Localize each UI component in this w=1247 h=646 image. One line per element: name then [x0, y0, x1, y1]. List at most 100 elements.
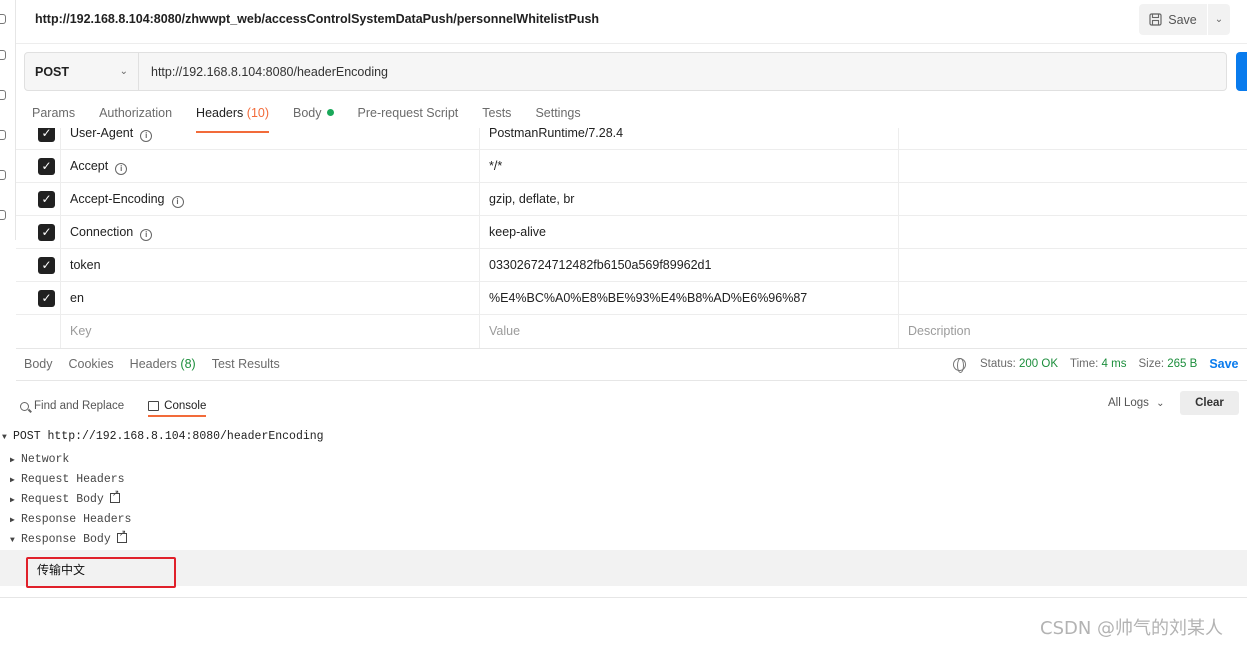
- headers-table: ✓ User-Agent i PostmanRuntime/7.28.4 ✓ Ac…: [16, 128, 1247, 348]
- log-filter-dropdown[interactable]: All Logs ⌄: [1108, 397, 1165, 409]
- header-description[interactable]: [899, 128, 1247, 150]
- header-description[interactable]: [899, 216, 1247, 249]
- tab-response-body[interactable]: Body: [24, 357, 53, 371]
- tab-count: (10): [246, 106, 270, 120]
- sidebar-icon[interactable]: [0, 50, 6, 60]
- url-input[interactable]: [139, 53, 1226, 90]
- header-value[interactable]: gzip, deflate, br: [489, 192, 574, 206]
- sidebar-icon[interactable]: [0, 210, 6, 220]
- header-key[interactable]: User-Agent: [70, 128, 133, 140]
- header-key[interactable]: token: [70, 258, 101, 272]
- checkbox[interactable]: ✓: [38, 290, 55, 307]
- chevron-down-icon: ⌄: [1214, 14, 1224, 25]
- header-value[interactable]: PostmanRuntime/7.28.4: [489, 128, 623, 140]
- tab-response-headers[interactable]: Headers (8): [130, 357, 196, 371]
- caret-right-icon: ▶: [10, 476, 15, 485]
- info-icon[interactable]: i: [140, 130, 153, 142]
- save-response-button[interactable]: Save: [1209, 357, 1238, 371]
- tab-console[interactable]: Console: [148, 395, 207, 417]
- description-placeholder[interactable]: Description: [899, 315, 1247, 348]
- sidebar-icon[interactable]: [0, 14, 6, 24]
- section-label: Response Body: [21, 533, 111, 546]
- tab-label: Body: [24, 357, 53, 371]
- response-stats: Status: 200 OK Time: 4 ms Size: 265 B Sa…: [953, 357, 1239, 373]
- tab-find-and-replace[interactable]: Find and Replace: [20, 395, 124, 417]
- checkbox[interactable]: ✓: [38, 257, 55, 274]
- header-key[interactable]: en: [70, 291, 84, 305]
- tab-label: Find and Replace: [34, 400, 125, 412]
- caret-down-icon: ▼: [10, 536, 15, 545]
- tab-label: Tests: [482, 106, 512, 120]
- info-icon[interactable]: i: [115, 163, 128, 175]
- tab-label: Headers: [196, 106, 244, 120]
- value-placeholder[interactable]: Value: [480, 315, 899, 348]
- header-value[interactable]: */*: [489, 159, 502, 173]
- url-bar: POST ⌄: [24, 52, 1227, 91]
- header-key[interactable]: Accept: [70, 159, 108, 173]
- save-dropdown-button[interactable]: ⌄: [1208, 4, 1230, 35]
- section-label: Request Headers: [21, 473, 125, 486]
- header-value[interactable]: 033026724712482fb6150a569f89962d1: [489, 258, 711, 272]
- console-section-network[interactable]: ▶ Network: [10, 453, 69, 466]
- size-stat: Size: 265 B: [1138, 358, 1198, 370]
- table-row: ✓ token 033026724712482fb6150a569f89962d…: [16, 249, 1247, 282]
- method-label: POST: [35, 64, 70, 79]
- header-value[interactable]: %E4%BC%A0%E8%BE%93%E4%B8%AD%E6%96%87: [489, 291, 807, 305]
- clear-button[interactable]: Clear: [1180, 391, 1239, 415]
- header-description[interactable]: [899, 249, 1247, 282]
- table-row-new: Key Value Description: [16, 315, 1247, 348]
- method-select[interactable]: POST ⌄: [25, 53, 139, 90]
- console-entry[interactable]: ▼ POST http://192.168.8.104:8080/headerEn…: [2, 430, 324, 443]
- left-sidebar: [0, 0, 16, 240]
- tab-label: Body: [293, 106, 322, 120]
- request-name[interactable]: http://192.168.8.104:8080/zhwwpt_web/acc…: [35, 12, 599, 26]
- external-link-icon[interactable]: [116, 529, 127, 543]
- status-stat: Status: 200 OK: [980, 358, 1059, 370]
- header-description[interactable]: [899, 282, 1247, 315]
- tab-label: Pre-request Script: [357, 106, 459, 120]
- table-row: ✓ User-Agent i PostmanRuntime/7.28.4: [16, 128, 1247, 150]
- chevron-down-icon: ⌄: [1156, 398, 1165, 409]
- sidebar-icon[interactable]: [0, 130, 6, 140]
- header-value[interactable]: keep-alive: [489, 225, 546, 239]
- console-icon: [148, 401, 160, 411]
- checkbox[interactable]: ✓: [38, 191, 55, 208]
- tab-test-results[interactable]: Test Results: [212, 357, 280, 371]
- key-placeholder[interactable]: Key: [61, 315, 480, 348]
- header-description[interactable]: [899, 183, 1247, 216]
- watermark: CSDN @帅气的刘某人: [1040, 618, 1224, 639]
- globe-icon[interactable]: [953, 357, 966, 373]
- section-label: Network: [21, 453, 70, 466]
- info-icon[interactable]: i: [171, 196, 184, 208]
- search-icon: [20, 401, 29, 411]
- send-button[interactable]: [1236, 52, 1247, 91]
- tab-label: Console: [164, 400, 207, 412]
- console-section-request-headers[interactable]: ▶ Request Headers: [10, 473, 125, 486]
- save-icon: [1149, 13, 1162, 26]
- response-body-panel: [0, 550, 1247, 586]
- checkbox[interactable]: ✓: [38, 128, 55, 142]
- caret-right-icon: ▶: [10, 456, 15, 465]
- table-row: ✓ en %E4%BC%A0%E8%BE%93%E4%B8%AD%E6%96%8…: [16, 282, 1247, 315]
- checkbox[interactable]: ✓: [38, 224, 55, 241]
- header-description[interactable]: [899, 150, 1247, 183]
- header-key[interactable]: Accept-Encoding: [70, 192, 165, 206]
- header-key[interactable]: Connection: [70, 225, 133, 239]
- info-icon[interactable]: i: [140, 229, 153, 241]
- status-dot-icon: [326, 109, 334, 116]
- caret-down-icon: ▼: [2, 433, 7, 442]
- console-section-response-headers[interactable]: ▶ Response Headers: [10, 513, 131, 526]
- tab-label: Cookies: [68, 357, 114, 371]
- tab-label: Authorization: [99, 106, 173, 120]
- console-section-response-body[interactable]: ▼ Response Body: [10, 529, 127, 546]
- checkbox[interactable]: ✓: [38, 158, 55, 175]
- save-button[interactable]: Save: [1139, 4, 1207, 35]
- tab-label: Params: [32, 106, 76, 120]
- section-label: Response Headers: [21, 513, 132, 526]
- external-link-icon[interactable]: [109, 489, 120, 503]
- sidebar-icon[interactable]: [0, 170, 6, 180]
- sidebar-icon[interactable]: [0, 90, 6, 100]
- tab-label: Test Results: [211, 357, 280, 371]
- console-section-request-body[interactable]: ▶ Request Body: [10, 489, 120, 506]
- tab-cookies[interactable]: Cookies: [69, 357, 114, 371]
